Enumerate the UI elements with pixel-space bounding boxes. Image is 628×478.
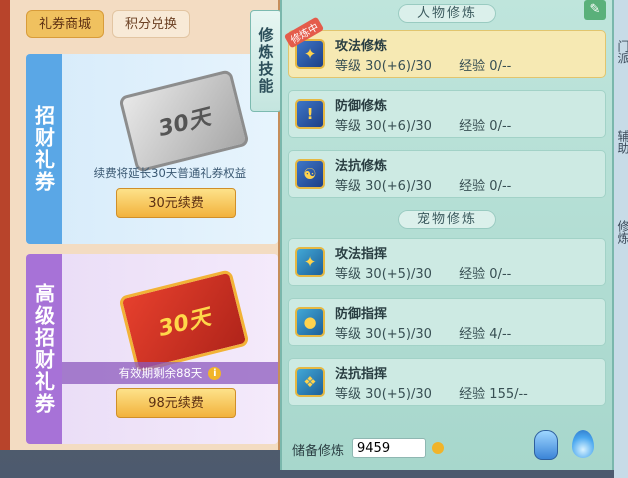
card-description: 续费将延长30天普通礼券权益: [93, 166, 247, 180]
exp-value: 4/--: [489, 327, 512, 342]
tab-coupon-mall[interactable]: 礼券商城: [26, 10, 105, 38]
renew-30-button[interactable]: 30元续费: [116, 188, 236, 218]
level-value: 30(+6)/30: [365, 59, 432, 74]
coupon-card-basic: 招财礼券 30天 续费将延长30天普通礼券权益 30元续费: [26, 54, 278, 244]
info-coin-icon[interactable]: [432, 442, 444, 454]
coupon-card-premium: 高级招财礼券 30天 有效期剩余88天 i 98元续费: [26, 254, 278, 444]
section-title: 宠物修炼: [397, 210, 496, 229]
side-tab-assist[interactable]: 辅助: [615, 130, 628, 154]
level-label: 等级: [335, 267, 362, 282]
reserve-label: 储备修炼: [292, 444, 345, 459]
exp-value: 0/--: [489, 119, 512, 134]
training-row[interactable]: ✦ 修炼中 攻法修炼 等级 30(+6)/30 经验 0/--: [283, 16, 606, 78]
level-label: 等级: [335, 59, 362, 74]
row-name: 攻法指挥: [335, 247, 388, 262]
row-name: 防御指挥: [335, 307, 388, 322]
renew-98-button[interactable]: 98元续费: [116, 388, 236, 418]
coupon-ticket-icon: 30天: [118, 69, 250, 173]
training-skills-label[interactable]: 修炼技能: [250, 10, 282, 112]
training-row[interactable]: ✦ 攻法指挥 等级 30(+5)/30 经验 0/--: [288, 238, 606, 286]
pet-defense-icon: ●: [295, 307, 325, 337]
shop-edge-decoration: [0, 0, 10, 450]
magic-resist-icon: ☯: [295, 159, 325, 189]
side-tab-training[interactable]: 修炼: [615, 220, 628, 244]
card-description: 有效期剩余88天 i: [62, 362, 278, 384]
level-label: 等级: [335, 119, 362, 134]
level-value: 30(+5)/30: [365, 327, 432, 342]
card-title: 高级招财礼券: [26, 254, 62, 444]
card-title: 招财礼券: [26, 54, 62, 244]
reserve-value-field: 9459: [352, 438, 426, 458]
level-label: 等级: [335, 179, 362, 194]
level-value: 30(+6)/30: [365, 179, 432, 194]
blue-flame-icon[interactable]: [572, 430, 594, 458]
row-stats: 等级 30(+6)/30 经验 0/--: [335, 175, 511, 194]
side-tab-sect[interactable]: 门派: [615, 40, 628, 64]
right-side-tabs: 门派 辅助 修炼: [614, 0, 628, 478]
level-value: 30(+5)/30: [365, 267, 432, 282]
row-stats: 等级 30(+6)/30 经验 0/--: [335, 55, 511, 74]
defense-icon: !: [295, 99, 325, 129]
row-name: 防御修炼: [335, 99, 388, 114]
tab-points-exchange[interactable]: 积分兑换: [112, 10, 191, 38]
exp-label: 经验: [459, 327, 486, 342]
pet-magic-resist-icon: ❖: [295, 367, 325, 397]
info-icon[interactable]: i: [208, 367, 222, 380]
exp-label: 经验: [459, 119, 486, 134]
row-name: 法抗修炼: [335, 159, 388, 174]
section-title: 人物修炼: [397, 4, 496, 23]
level-value: 30(+5)/30: [365, 387, 432, 402]
row-stats: 等级 30(+5)/30 经验 155/--: [335, 383, 528, 402]
level-label: 等级: [335, 327, 362, 342]
potion-icon[interactable]: [534, 430, 558, 460]
level-value: 30(+6)/30: [365, 119, 432, 134]
exp-label: 经验: [459, 179, 486, 194]
row-name: 法抗指挥: [335, 367, 388, 382]
training-row[interactable]: ❖ 法抗指挥 等级 30(+5)/30 经验 155/--: [288, 358, 606, 406]
training-panel: 人物修炼 ✎ ✦ 修炼中 攻法修炼 等级 30(+6)/30 经验 0/-- !…: [280, 0, 614, 470]
pet-section-header: 宠物修炼: [282, 208, 612, 229]
row-stats: 等级 30(+5)/30 经验 0/--: [335, 263, 511, 282]
level-label: 等级: [335, 387, 362, 402]
shop-tab-bar: 礼券商城 积分兑换: [26, 10, 191, 38]
exp-label: 经验: [459, 387, 486, 402]
exp-value: 0/--: [489, 59, 512, 74]
exp-value: 0/--: [489, 179, 512, 194]
coupon-ticket-icon: 30天: [118, 269, 250, 373]
exp-label: 经验: [459, 267, 486, 282]
validity-text: 有效期剩余88天: [118, 366, 203, 380]
pet-magic-attack-icon: ✦: [295, 247, 325, 277]
exp-value: 0/--: [489, 267, 512, 282]
row-name: 攻法修炼: [335, 39, 388, 54]
training-row[interactable]: ● 防御指挥 等级 30(+5)/30 经验 4/--: [288, 298, 606, 346]
coupon-shop-panel: 礼券商城 积分兑换 招财礼券 30天 续费将延长30天普通礼券权益 30元续费 …: [0, 0, 280, 450]
edit-icon[interactable]: ✎: [584, 0, 606, 20]
character-section-header: 人物修炼: [282, 2, 612, 23]
row-stats: 等级 30(+6)/30 经验 0/--: [335, 115, 511, 134]
row-stats: 等级 30(+5)/30 经验 4/--: [335, 323, 511, 342]
training-row[interactable]: ! 防御修炼 等级 30(+6)/30 经验 0/--: [288, 90, 606, 138]
exp-value: 155/--: [489, 387, 528, 402]
exp-label: 经验: [459, 59, 486, 74]
training-row[interactable]: ☯ 法抗修炼 等级 30(+6)/30 经验 0/--: [288, 150, 606, 198]
